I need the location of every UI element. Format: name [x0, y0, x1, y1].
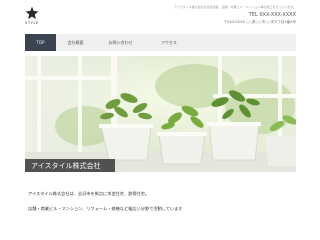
- hero-image: [25, 56, 296, 172]
- intro-text-line-2: 店舗・商業ビル・マンション、リフォーム・修繕など幅広い分野で活動しています: [28, 206, 183, 211]
- header-phone: TEL 0XX-XXX-XXXX: [248, 12, 296, 18]
- logo-text: STYLE: [25, 21, 39, 25]
- header-tagline: アイスタイル株式会社は住宅建築、店舗・商業ビル・マンション等の施工を行っています…: [173, 5, 296, 9]
- nav-item-access[interactable]: アクセス: [146, 34, 192, 51]
- main-nav: TOP 会社概要 お問い合わせ アクセス: [25, 34, 296, 51]
- header-address: 〒XXX-XXXX ○○県○○市○○町X丁目X番X号: [223, 20, 296, 24]
- hero-company-label: アイスタイル株式会社: [25, 159, 115, 172]
- company-logo[interactable]: STYLE: [24, 6, 40, 25]
- nav-item-top[interactable]: TOP: [25, 34, 56, 51]
- nav-item-company[interactable]: 会社概要: [56, 34, 95, 51]
- intro-text-line-1: アイスタイル株式会社は、全沢市を拠点に木造住宅、鉄骨住宅。: [28, 191, 150, 196]
- nav-item-contact[interactable]: お問い合わせ: [95, 34, 146, 51]
- star-icon: [25, 6, 39, 20]
- hero-banner: アイスタイル株式会社: [25, 56, 296, 172]
